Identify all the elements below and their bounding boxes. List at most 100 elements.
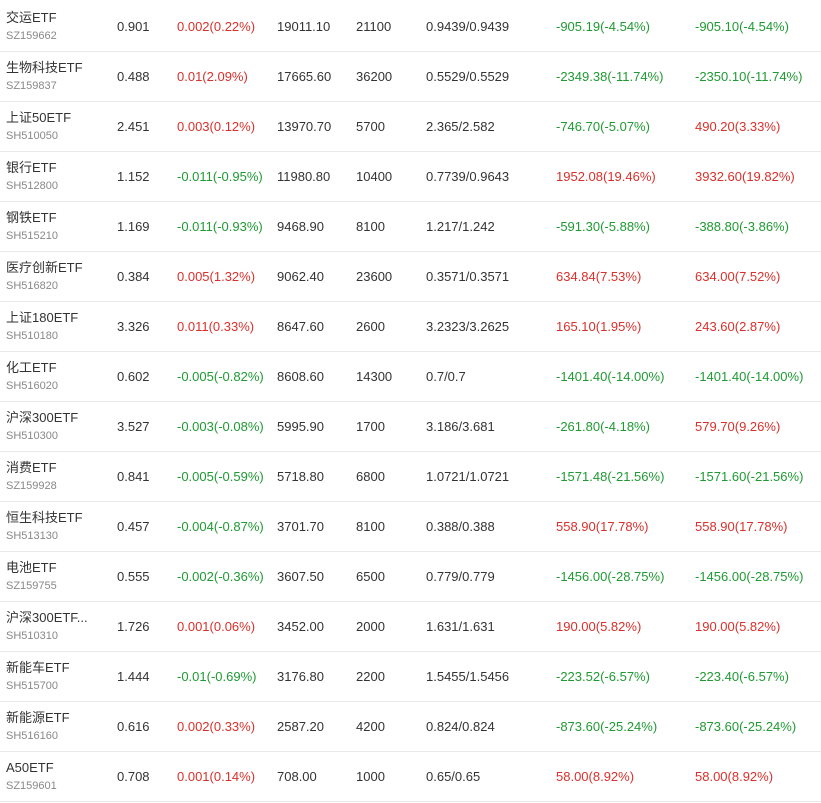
shares-cell: 36200 <box>356 69 393 84</box>
market-value-cell: 9468.90 <box>277 219 324 234</box>
fund-name-cell[interactable]: 沪深300ETF... SH510310 <box>6 609 106 645</box>
fund-name[interactable]: 沪深300ETF... <box>6 609 98 626</box>
shares-cell: 6500 <box>356 569 385 584</box>
fund-name[interactable]: 沪深300ETF <box>6 409 98 426</box>
shares-cell: 21100 <box>356 19 392 34</box>
fund-code: SH510310 <box>6 630 58 642</box>
fund-name-cell[interactable]: A50ETF SZ159601 <box>6 759 106 795</box>
table-row[interactable]: A50ETF SZ159601 0.708 0.001(0.14%) 708.0… <box>0 752 821 802</box>
fund-name[interactable]: 交运ETF <box>6 9 98 26</box>
table-row[interactable]: 沪深300ETF... SH510310 1.726 0.001(0.06%) … <box>0 602 821 652</box>
change-cell: 0.011(0.33%) <box>177 319 255 334</box>
today-pnl-cell: 1952.08(19.46%) <box>556 169 656 184</box>
total-pnl-cell: -223.40(-6.57%) <box>695 669 789 684</box>
shares-cell: 1000 <box>356 769 385 784</box>
price-cell: 0.708 <box>117 769 150 784</box>
change-cell: -0.004(-0.87%) <box>177 519 264 534</box>
cost-cell: 0.5529/0.5529 <box>426 69 510 84</box>
fund-name[interactable]: 钢铁ETF <box>6 209 98 226</box>
fund-name-cell[interactable]: 消费ETF SZ159928 <box>6 459 106 495</box>
table-row[interactable]: 交运ETF SZ159662 0.901 0.002(0.22%) 19011.… <box>0 0 821 52</box>
price-cell: 0.901 <box>117 19 150 34</box>
today-pnl-cell: -591.30(-5.88%) <box>556 219 650 234</box>
price-cell: 0.488 <box>117 69 150 84</box>
table-row[interactable]: 上证50ETF SH510050 2.451 0.003(0.12%) 1397… <box>0 102 821 152</box>
today-pnl-cell: -873.60(-25.24%) <box>556 719 658 734</box>
market-value-cell: 5718.80 <box>277 469 324 484</box>
fund-name[interactable]: 生物科技ETF <box>6 59 98 76</box>
table-row[interactable]: 上证180ETF SH510180 3.326 0.011(0.33%) 864… <box>0 302 821 352</box>
today-pnl-cell: -746.70(-5.07%) <box>556 119 650 134</box>
table-row[interactable]: 医疗创新ETF SH516820 0.384 0.005(1.32%) 9062… <box>0 252 821 302</box>
cost-cell: 0.824/0.824 <box>426 719 495 734</box>
change-cell: 0.005(1.32%) <box>177 269 256 284</box>
shares-cell: 8100 <box>356 219 385 234</box>
fund-name-cell[interactable]: 恒生科技ETF SH513130 <box>6 509 106 545</box>
market-value-cell: 5995.90 <box>277 419 324 434</box>
today-pnl-cell: -261.80(-4.18%) <box>556 419 650 434</box>
fund-name[interactable]: 上证50ETF <box>6 109 98 126</box>
total-pnl-cell: 490.20(3.33%) <box>695 119 781 134</box>
fund-name[interactable]: 恒生科技ETF <box>6 509 98 526</box>
fund-name[interactable]: 上证180ETF <box>6 309 98 326</box>
fund-name-cell[interactable]: 化工ETF SH516020 <box>6 359 106 395</box>
table-row[interactable]: 生物科技ETF SZ159837 0.488 0.01(2.09%) 17665… <box>0 52 821 102</box>
cost-cell: 0.779/0.779 <box>426 569 495 584</box>
market-value-cell: 708.00 <box>277 769 317 784</box>
market-value-cell: 8608.60 <box>277 369 324 384</box>
shares-cell: 8100 <box>356 519 385 534</box>
table-row[interactable]: 银行ETF SH512800 1.152 -0.011(-0.95%) 1198… <box>0 152 821 202</box>
shares-cell: 4200 <box>356 719 385 734</box>
market-value-cell: 13970.70 <box>277 119 332 134</box>
total-pnl-cell: 3932.60(19.82%) <box>695 169 795 184</box>
fund-name-cell[interactable]: 交运ETF SZ159662 <box>6 9 106 45</box>
fund-name[interactable]: 医疗创新ETF <box>6 259 98 276</box>
fund-code: SH513130 <box>6 530 58 542</box>
fund-name[interactable]: 化工ETF <box>6 359 98 376</box>
table-row[interactable]: 新能车ETF SH515700 1.444 -0.01(-0.69%) 3176… <box>0 652 821 702</box>
market-value-cell: 8647.60 <box>277 319 324 334</box>
cost-cell: 1.631/1.631 <box>426 619 495 634</box>
fund-name-cell[interactable]: 上证180ETF SH510180 <box>6 309 106 345</box>
total-pnl-cell: 579.70(9.26%) <box>695 419 781 434</box>
market-value-cell: 9062.40 <box>277 269 324 284</box>
fund-name[interactable]: A50ETF <box>6 759 98 776</box>
fund-code: SZ159601 <box>6 780 57 792</box>
fund-name-cell[interactable]: 银行ETF SH512800 <box>6 159 106 195</box>
fund-name-cell[interactable]: 上证50ETF SH510050 <box>6 109 106 145</box>
price-cell: 0.555 <box>117 569 150 584</box>
fund-name-cell[interactable]: 生物科技ETF SZ159837 <box>6 59 106 95</box>
total-pnl-cell: -873.60(-25.24%) <box>695 719 797 734</box>
price-cell: 0.616 <box>117 719 150 734</box>
change-cell: 0.001(0.06%) <box>177 619 256 634</box>
table-row[interactable]: 化工ETF SH516020 0.602 -0.005(-0.82%) 8608… <box>0 352 821 402</box>
table-row[interactable]: 恒生科技ETF SH513130 0.457 -0.004(-0.87%) 37… <box>0 502 821 552</box>
fund-name-cell[interactable]: 新能源ETF SH516160 <box>6 709 106 745</box>
shares-cell: 23600 <box>356 269 393 284</box>
fund-name-cell[interactable]: 电池ETF SZ159755 <box>6 559 106 595</box>
fund-name-cell[interactable]: 沪深300ETF SH510300 <box>6 409 106 445</box>
fund-name-cell[interactable]: 新能车ETF SH515700 <box>6 659 106 695</box>
fund-name-cell[interactable]: 钢铁ETF SH515210 <box>6 209 106 245</box>
today-pnl-cell: -905.19(-4.54%) <box>556 19 650 34</box>
price-cell: 0.384 <box>117 269 150 284</box>
fund-name[interactable]: 消费ETF <box>6 459 98 476</box>
table-row[interactable]: 新能源ETF SH516160 0.616 0.002(0.33%) 2587.… <box>0 702 821 752</box>
fund-name[interactable]: 新能车ETF <box>6 659 98 676</box>
fund-name[interactable]: 新能源ETF <box>6 709 98 726</box>
shares-cell: 2200 <box>356 669 385 684</box>
fund-name-cell[interactable]: 医疗创新ETF SH516820 <box>6 259 106 295</box>
change-cell: 0.01(2.09%) <box>177 69 248 84</box>
change-cell: -0.01(-0.69%) <box>177 669 257 684</box>
today-pnl-cell: -223.52(-6.57%) <box>556 669 650 684</box>
fund-name[interactable]: 电池ETF <box>6 559 98 576</box>
price-cell: 3.326 <box>117 319 150 334</box>
table-row[interactable]: 沪深300ETF SH510300 3.527 -0.003(-0.08%) 5… <box>0 402 821 452</box>
fund-name[interactable]: 银行ETF <box>6 159 98 176</box>
today-pnl-cell: -2349.38(-11.74%) <box>556 69 664 84</box>
fund-code: SZ159837 <box>6 80 57 92</box>
table-row[interactable]: 钢铁ETF SH515210 1.169 -0.011(-0.93%) 9468… <box>0 202 821 252</box>
table-row[interactable]: 电池ETF SZ159755 0.555 -0.002(-0.36%) 3607… <box>0 552 821 602</box>
cost-cell: 1.5455/1.5456 <box>426 669 510 684</box>
table-row[interactable]: 消费ETF SZ159928 0.841 -0.005(-0.59%) 5718… <box>0 452 821 502</box>
